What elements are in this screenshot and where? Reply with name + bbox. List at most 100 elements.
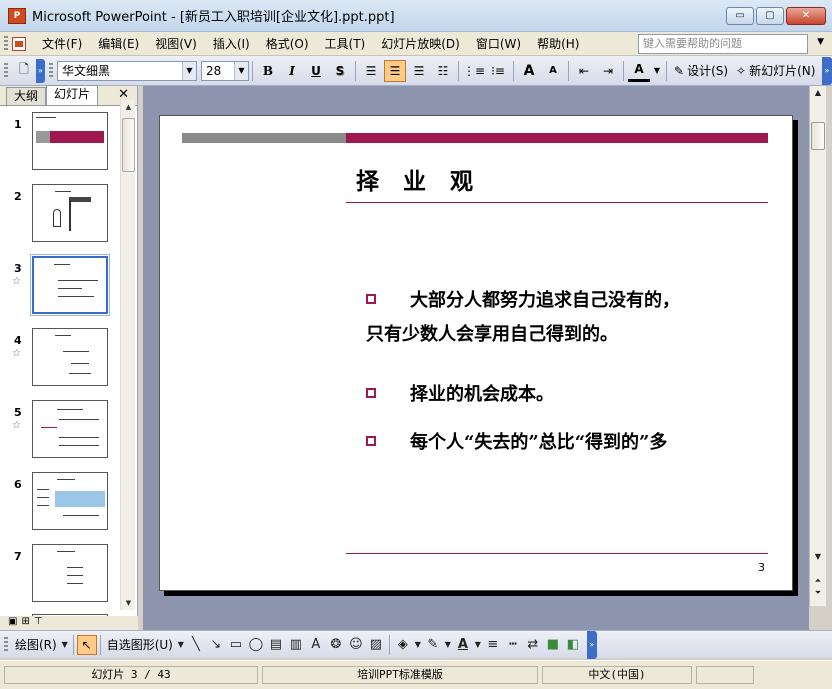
draw-menu-button[interactable]: 绘图(R) (12, 636, 60, 653)
new-document-icon[interactable]: 🗋 (13, 60, 35, 82)
line-color-icon[interactable]: ✎ (423, 635, 443, 655)
canvas-scrollbar[interactable]: ▲ ▼ ⏶ ⏷ (809, 86, 826, 606)
shadow-style-icon[interactable]: ■ (543, 635, 563, 655)
chevron-down-icon[interactable]: ▼ (652, 60, 662, 82)
align-center-icon[interactable]: ☰ (384, 59, 406, 82)
menu-view[interactable]: 视图(V) (147, 34, 205, 54)
dash-style-icon[interactable]: ┅ (503, 635, 523, 655)
maximize-button[interactable]: ▢ (756, 7, 784, 25)
increase-font-size-button[interactable]: A (518, 60, 540, 82)
slide-thumbnail[interactable] (32, 328, 108, 386)
menu-window[interactable]: 窗口(W) (468, 34, 529, 54)
slide-thumbnail-row[interactable]: 4 ☆ (0, 328, 122, 390)
scroll-up-icon[interactable]: ▲ (121, 100, 136, 114)
menu-format[interactable]: 格式(O) (258, 34, 317, 54)
increase-indent-icon[interactable]: ⇥ (597, 60, 619, 82)
bullet-item[interactable]: 择业的机会成本。 (366, 380, 554, 406)
bullets-icon[interactable]: ⁝≡ (487, 60, 509, 82)
vertical-textbox-icon[interactable]: ▥ (286, 635, 306, 655)
slide-thumbnail-row[interactable]: 5 ☆ (0, 400, 122, 462)
toolbar-options-icon[interactable]: » (36, 58, 45, 83)
tab-outline[interactable]: 大纲 (6, 87, 47, 105)
textbox-icon[interactable]: ▤ (266, 635, 286, 655)
slide-thumbnail-row[interactable]: 6 (0, 472, 122, 534)
scroll-down-icon[interactable]: ▼ (810, 552, 826, 561)
slide-thumbnail[interactable] (32, 112, 108, 170)
design-button[interactable]: ✎ 设计(S) (670, 62, 732, 79)
toolbar-grip[interactable] (4, 62, 8, 79)
close-button[interactable]: ✕ (786, 7, 826, 25)
bullet-item[interactable]: 大部分人都努力追求自己没有的， (366, 286, 680, 312)
chevron-down-icon[interactable]: ▼ (182, 61, 196, 80)
menu-slideshow[interactable]: 幻灯片放映(D) (373, 34, 468, 54)
tab-slides[interactable]: 幻灯片 (46, 85, 99, 105)
slide-thumbnail-row-selected[interactable]: 3 ☆ (0, 254, 122, 318)
decrease-indent-icon[interactable]: ⇤ (573, 60, 595, 82)
menu-help[interactable]: 帮助(H) (529, 34, 587, 54)
font-size-select[interactable]: 28 ▼ (201, 60, 249, 81)
slideshow-view-icon[interactable]: ⊤ (34, 616, 43, 630)
fill-color-icon[interactable]: ◈ (393, 635, 413, 655)
chevron-down-icon[interactable]: ▼ (234, 61, 248, 80)
chevron-down-icon[interactable]: ▼ (443, 635, 453, 655)
sorter-view-icon[interactable]: ⊞ (21, 616, 29, 630)
slide-title[interactable]: 择 业 观 (356, 162, 481, 196)
diagram-icon[interactable]: ❂ (326, 635, 346, 655)
slide[interactable]: 择 业 观 大部分人都努力追求自己没有的， 只有少数人会享用自己得到的。 择业的… (159, 115, 793, 591)
align-right-icon[interactable]: ☰ (408, 60, 430, 82)
chevron-down-icon[interactable]: ▼ (817, 37, 824, 47)
scroll-up-icon[interactable]: ▲ (810, 88, 826, 97)
slide-thumbnail[interactable] (32, 184, 108, 242)
autoshapes-button[interactable]: 自选图形(U) (104, 636, 176, 653)
chevron-down-icon[interactable]: ▼ (176, 635, 186, 655)
chevron-down-icon[interactable]: ▼ (60, 635, 70, 655)
thumbnail-scrollbar[interactable]: ▲ ▼ (120, 100, 135, 610)
bold-button[interactable]: B (257, 60, 279, 82)
menu-tools[interactable]: 工具(T) (317, 34, 374, 54)
shadow-button[interactable]: S (329, 60, 351, 82)
slide-thumbnail-row[interactable]: 2 (0, 184, 122, 246)
align-left-icon[interactable]: ☰ (360, 60, 382, 82)
scroll-down-icon[interactable]: ▼ (121, 596, 136, 610)
rectangle-icon[interactable]: ▭ (226, 635, 246, 655)
toolbar-grip-2[interactable] (49, 62, 53, 79)
decrease-font-size-button[interactable]: A (542, 60, 564, 82)
underline-button[interactable]: U (305, 60, 327, 82)
menu-file[interactable]: 文件(F) (34, 34, 90, 54)
normal-view-icon[interactable]: ▣ (8, 616, 17, 630)
oval-icon[interactable]: ◯ (246, 635, 266, 655)
scroll-thumb[interactable] (122, 118, 135, 172)
help-search-input[interactable]: 键入需要帮助的问题 (638, 34, 808, 54)
toolbar-overflow-icon[interactable]: » (586, 630, 597, 659)
new-slide-button[interactable]: ✧ 新幻灯片(N) (732, 62, 819, 79)
line-icon[interactable]: ╲ (186, 635, 206, 655)
font-color-button[interactable]: A (628, 60, 650, 82)
numbering-icon[interactable]: ⋮≡ (463, 60, 485, 82)
chevron-down-icon[interactable]: ▼ (413, 635, 423, 655)
slide-thumbnail-row[interactable]: 7 (0, 544, 122, 606)
scroll-thumb[interactable] (811, 122, 825, 150)
menu-insert[interactable]: 插入(I) (205, 34, 258, 54)
picture-icon[interactable]: ▨ (366, 635, 386, 655)
justify-icon[interactable]: ☷ (432, 60, 454, 82)
wordart-icon[interactable]: A (306, 635, 326, 655)
slide-thumbnail[interactable] (32, 544, 108, 602)
minimize-button[interactable]: ▭ (726, 7, 754, 25)
toolbar-grip[interactable] (4, 636, 8, 653)
arrow-style-icon[interactable]: ⇄ (523, 635, 543, 655)
3d-style-icon[interactable]: ◧ (563, 635, 583, 655)
italic-button[interactable]: I (281, 60, 303, 82)
bullet-item[interactable]: 每个人“失去的”总比“得到的”多 (366, 428, 667, 454)
font-name-select[interactable]: 华文细黑 ▼ (57, 60, 197, 81)
slide-thumbnail[interactable] (32, 400, 108, 458)
previous-slide-icon[interactable]: ⏶ (810, 576, 826, 586)
powerpoint-app-icon[interactable]: P (8, 7, 26, 24)
slide-thumbnail[interactable] (30, 254, 110, 316)
bullet-item-continuation[interactable]: 只有少数人会享用自己得到的。 (366, 320, 618, 346)
select-pointer-icon[interactable]: ↖ (76, 634, 97, 655)
slide-thumbnail-row[interactable]: 1 (0, 112, 122, 174)
menu-grip[interactable] (4, 35, 8, 52)
chevron-down-icon[interactable]: ▼ (473, 635, 483, 655)
slide-thumbnail[interactable] (32, 472, 108, 530)
document-icon[interactable] (12, 36, 26, 51)
